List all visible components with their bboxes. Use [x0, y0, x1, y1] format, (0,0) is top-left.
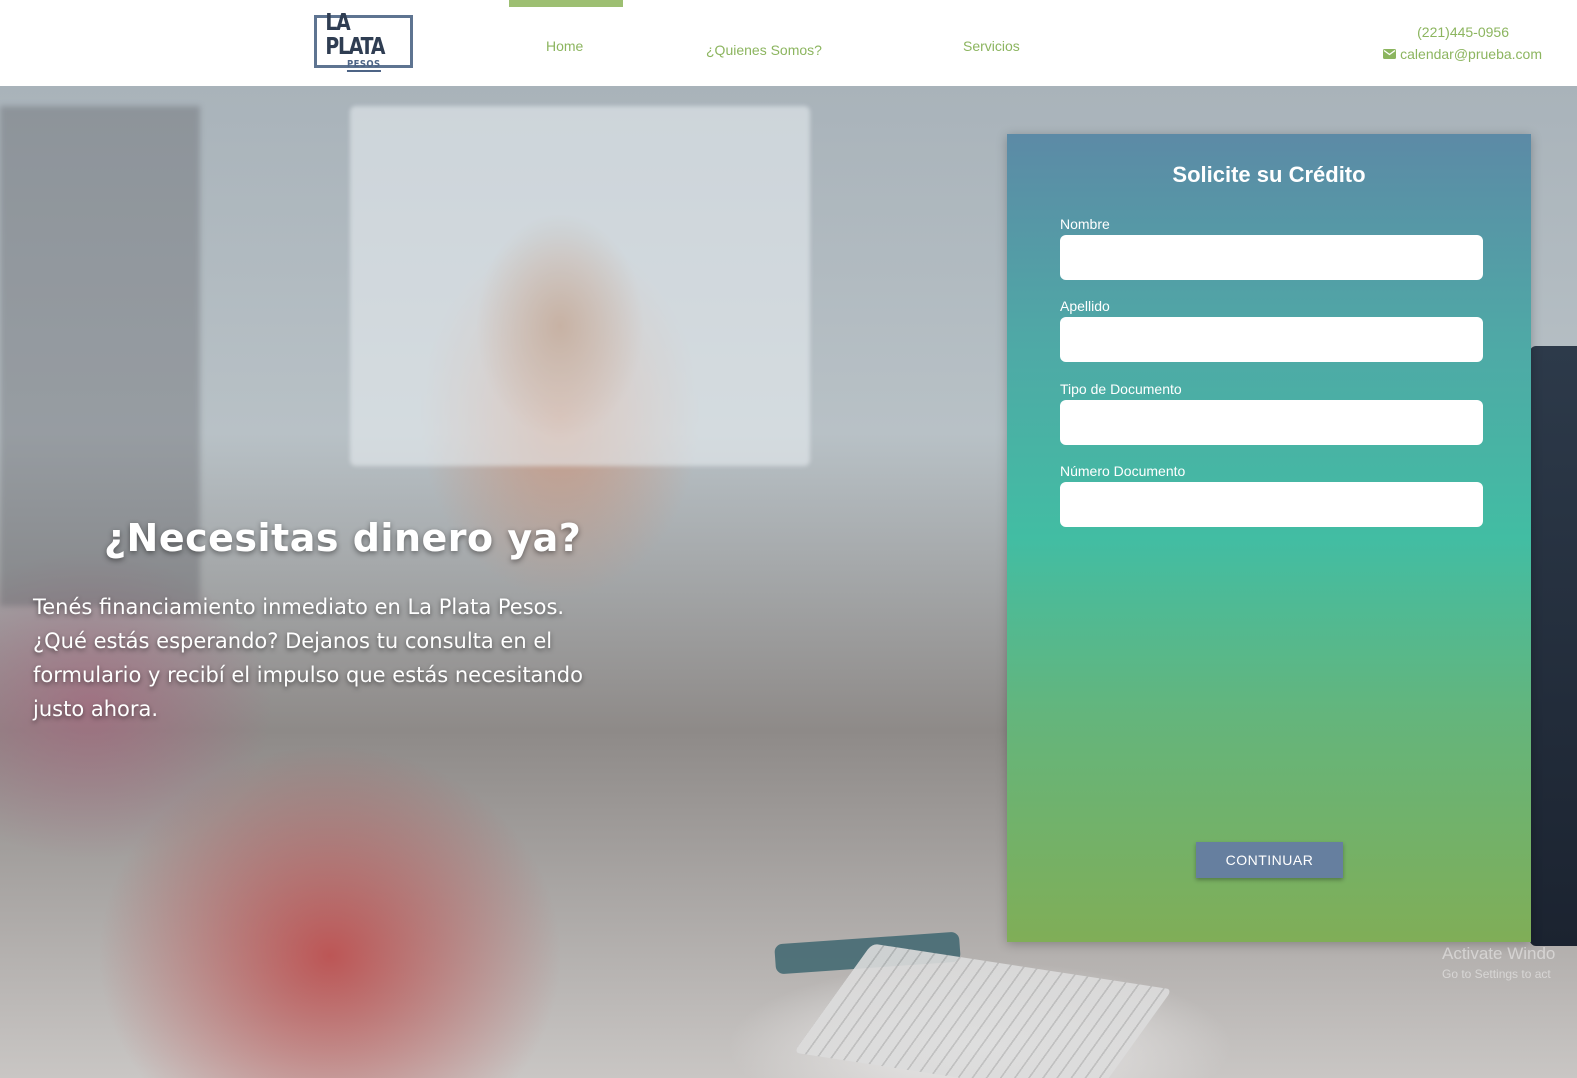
hero-paragraph-1: Tenés financiamiento inmediato en La Pla… — [33, 595, 565, 619]
windows-activation-watermark: Activate Windo Go to Settings to act — [1442, 944, 1555, 984]
watermark-line-1: Activate Windo — [1442, 944, 1556, 963]
contact-phone[interactable]: (221)445-0956 — [1417, 24, 1509, 40]
logo-text-bottom: PESOS — [346, 59, 381, 72]
contact-email[interactable]: calendar@prueba.com — [1383, 46, 1542, 62]
tipo-documento-input[interactable] — [1060, 400, 1483, 445]
logo-text-top: LA PLATA — [325, 10, 385, 60]
tipo-documento-label: Tipo de Documento — [1060, 381, 1182, 397]
site-header: LA PLATA PESOS Home ¿Quienes Somos? Serv… — [0, 0, 1577, 86]
background-window — [350, 106, 810, 466]
apellido-label: Apellido — [1060, 298, 1110, 314]
nav-home-link[interactable]: Home — [546, 38, 583, 54]
nav-servicios-link[interactable]: Servicios — [963, 38, 1020, 54]
hero-description: Tenés financiamiento inmediato en La Pla… — [33, 590, 623, 726]
nav-quienes-somos-link[interactable]: ¿Quienes Somos? — [706, 42, 822, 58]
mail-icon — [1383, 49, 1397, 59]
hero-title: ¿Necesitas dinero ya? — [104, 516, 582, 560]
contact-email-text: calendar@prueba.com — [1400, 46, 1542, 62]
site-logo[interactable]: LA PLATA PESOS — [314, 11, 413, 72]
continuar-button[interactable]: CONTINUAR — [1196, 842, 1343, 878]
watermark-line-2: Go to Settings to act — [1442, 967, 1551, 981]
hero-paragraph-2: ¿Qué estás esperando? Dejanos tu consult… — [33, 629, 583, 721]
nombre-label: Nombre — [1060, 216, 1110, 232]
background-monitor — [1530, 346, 1577, 946]
credit-request-form: Solicite su Crédito Nombre Apellido Tipo… — [1007, 134, 1531, 942]
numero-documento-input[interactable] — [1060, 482, 1483, 527]
hero-section: ¿Necesitas dinero ya? Tenés financiamien… — [0, 86, 1577, 1078]
nav-active-indicator — [509, 0, 623, 7]
numero-documento-label: Número Documento — [1060, 463, 1186, 479]
apellido-input[interactable] — [1060, 317, 1483, 362]
nombre-input[interactable] — [1060, 235, 1483, 280]
form-title: Solicite su Crédito — [1172, 162, 1366, 187]
